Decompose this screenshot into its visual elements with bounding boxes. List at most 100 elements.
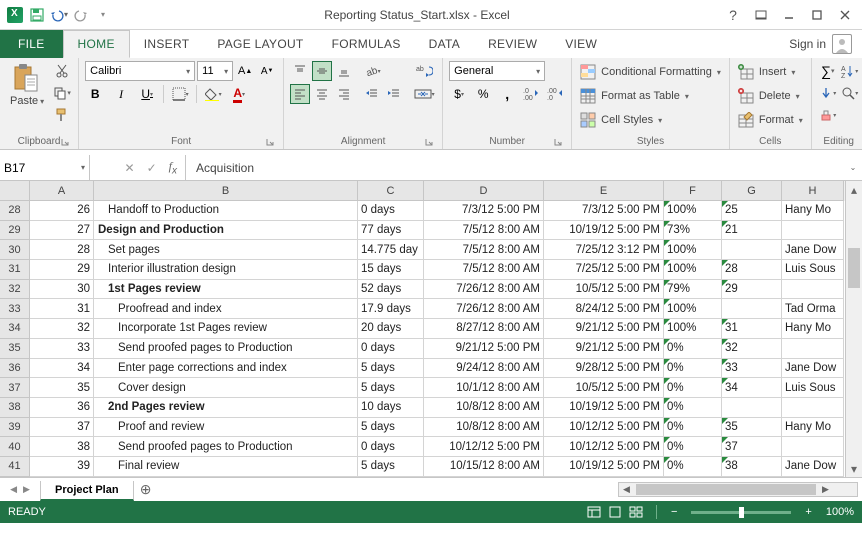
column-header[interactable]: G: [722, 181, 782, 201]
row-header[interactable]: 37: [0, 378, 30, 398]
page-break-view-button[interactable]: [626, 504, 646, 520]
align-top-button[interactable]: [290, 61, 310, 81]
select-all-corner[interactable]: [0, 181, 30, 201]
cell[interactable]: Incorporate 1st Pages review: [94, 319, 358, 339]
decrease-decimal-button[interactable]: .00.0: [545, 84, 565, 104]
fill-button[interactable]: ▾: [818, 83, 838, 103]
cell[interactable]: Send proofed pages to Production: [94, 437, 358, 457]
align-middle-button[interactable]: [312, 61, 332, 81]
cell[interactable]: Jane Dow: [782, 240, 844, 260]
cell[interactable]: 100%: [664, 260, 722, 280]
font-name-select[interactable]: Calibri▾: [85, 61, 195, 81]
fill-color-button[interactable]: ▾: [203, 84, 223, 104]
cell[interactable]: Cover design: [94, 378, 358, 398]
cell[interactable]: Handoff to Production: [94, 201, 358, 221]
comma-format-button[interactable]: ,: [497, 84, 517, 104]
cell[interactable]: 26: [30, 201, 94, 221]
row-header[interactable]: 39: [0, 418, 30, 438]
underline-button[interactable]: U▾: [137, 84, 157, 104]
cell[interactable]: 2nd Pages review: [94, 398, 358, 418]
column-header[interactable]: H: [782, 181, 844, 201]
tab-insert[interactable]: INSERT: [130, 30, 204, 58]
cell[interactable]: 14.775 day: [358, 240, 424, 260]
page-layout-view-button[interactable]: [605, 504, 625, 520]
conditional-formatting-button[interactable]: Conditional Formatting▾: [578, 61, 723, 83]
ribbon-options-icon[interactable]: [748, 3, 774, 27]
tab-formulas[interactable]: FORMULAS: [318, 30, 415, 58]
tab-review[interactable]: REVIEW: [474, 30, 551, 58]
cell[interactable]: 10/8/12 8:00 AM: [424, 418, 544, 438]
cell[interactable]: 77 days: [358, 221, 424, 241]
increase-decimal-button[interactable]: .0.00: [521, 84, 541, 104]
cell[interactable]: 31: [722, 319, 782, 339]
cell[interactable]: 7/26/12 8:00 AM: [424, 299, 544, 319]
row-header[interactable]: 32: [0, 280, 30, 300]
align-center-button[interactable]: [312, 84, 332, 104]
decrease-font-button[interactable]: A▼: [257, 61, 277, 81]
increase-indent-button[interactable]: [384, 84, 404, 104]
row-header[interactable]: 28: [0, 201, 30, 221]
zoom-in-button[interactable]: +: [801, 506, 815, 518]
row-header[interactable]: 41: [0, 457, 30, 477]
cell[interactable]: Enter page corrections and index: [94, 359, 358, 379]
tab-home[interactable]: HOME: [63, 30, 130, 58]
formula-input[interactable]: Acquisition: [186, 155, 844, 180]
cell[interactable]: Luis Sous: [782, 378, 844, 398]
merge-center-button[interactable]: ▾: [412, 84, 436, 104]
cell[interactable]: Tad Orma: [782, 299, 844, 319]
cell[interactable]: Proofread and index: [94, 299, 358, 319]
column-header[interactable]: F: [664, 181, 722, 201]
format-as-table-button[interactable]: Format as Table▾: [578, 85, 723, 107]
cell[interactable]: 9/21/12 5:00 PM: [424, 339, 544, 359]
align-left-button[interactable]: [290, 84, 310, 104]
alignment-launcher-icon[interactable]: [424, 137, 434, 147]
normal-view-button[interactable]: [584, 504, 604, 520]
cell[interactable]: 39: [30, 457, 94, 477]
font-launcher-icon[interactable]: [265, 137, 275, 147]
cell[interactable]: 100%: [664, 299, 722, 319]
cell[interactable]: 10/19/12 5:00 PM: [544, 221, 664, 241]
sheet-tab-project-plan[interactable]: Project Plan: [40, 481, 134, 501]
cell[interactable]: 37: [722, 437, 782, 457]
cell[interactable]: [722, 398, 782, 418]
sign-in-button[interactable]: Sign in: [779, 30, 862, 58]
cell[interactable]: 10/12/12 5:00 PM: [544, 418, 664, 438]
cell[interactable]: Hany Mo: [782, 319, 844, 339]
cell[interactable]: Jane Dow: [782, 457, 844, 477]
cell[interactable]: 100%: [664, 201, 722, 221]
cell[interactable]: 100%: [664, 240, 722, 260]
cell[interactable]: 27: [30, 221, 94, 241]
autosum-button[interactable]: ∑▾: [818, 61, 838, 81]
cell[interactable]: 35: [30, 378, 94, 398]
zoom-slider[interactable]: [691, 511, 791, 514]
cell[interactable]: 32: [30, 319, 94, 339]
cell[interactable]: 7/25/12 3:12 PM: [544, 240, 664, 260]
tab-data[interactable]: DATA: [415, 30, 474, 58]
cell[interactable]: Jane Dow: [782, 359, 844, 379]
cell[interactable]: 34: [30, 359, 94, 379]
cell[interactable]: 0%: [664, 359, 722, 379]
cell[interactable]: [782, 398, 844, 418]
percent-format-button[interactable]: %: [473, 84, 493, 104]
cell[interactable]: 34: [722, 378, 782, 398]
cell[interactable]: 10/15/12 8:00 AM: [424, 457, 544, 477]
cell[interactable]: 8/27/12 8:00 AM: [424, 319, 544, 339]
column-header[interactable]: E: [544, 181, 664, 201]
cell[interactable]: 0%: [664, 339, 722, 359]
cell[interactable]: 0%: [664, 457, 722, 477]
cell[interactable]: 21: [722, 221, 782, 241]
italic-button[interactable]: I: [111, 84, 131, 104]
clipboard-launcher-icon[interactable]: [60, 137, 70, 147]
cell[interactable]: 5 days: [358, 359, 424, 379]
cell[interactable]: 0 days: [358, 437, 424, 457]
cell[interactable]: 79%: [664, 280, 722, 300]
row-header[interactable]: 40: [0, 437, 30, 457]
accounting-format-button[interactable]: $▾: [449, 84, 469, 104]
sheet-nav[interactable]: ◀▶: [0, 478, 40, 501]
format-painter-button[interactable]: [52, 105, 72, 125]
font-size-select[interactable]: 11▾: [197, 61, 233, 81]
cell[interactable]: Interior illustration design: [94, 260, 358, 280]
scroll-left-icon[interactable]: ◀: [619, 484, 634, 495]
maximize-icon[interactable]: [804, 3, 830, 27]
cell[interactable]: 9/21/12 5:00 PM: [544, 339, 664, 359]
